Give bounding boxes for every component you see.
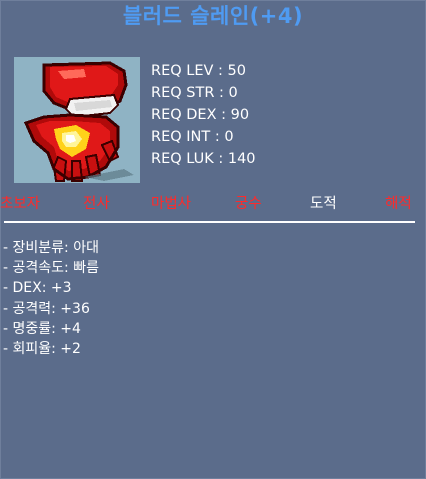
req-str: REQ STR : 0	[151, 85, 238, 101]
req-luk: REQ LUK : 140	[151, 151, 256, 167]
item-tooltip: 블러드 슬레인(+4) REQ LEV: 50 REQ STR: 0 REQ…	[0, 0, 426, 479]
stat-attack-speed: - 공격속도: 빠름	[3, 260, 99, 277]
item-stats: - 장비분류: 아대 - 공격속도: 빠름 - DEX: +3 - 공격력: +…	[3, 238, 99, 359]
stat-attack: - 공격력: +36	[3, 300, 90, 317]
req-int: REQ INT : 0	[151, 129, 234, 145]
job-beginner: 초보자	[0, 196, 41, 212]
stat-accuracy: - 명중률: +4	[3, 320, 81, 337]
job-pirate: 해적	[385, 196, 412, 212]
req-level: REQ LEV : 50	[151, 63, 246, 79]
red-glove-icon	[14, 57, 140, 183]
job-warrior: 전사	[83, 196, 110, 212]
item-title: 블러드 슬레인(+4)	[122, 4, 304, 28]
req-dex: REQ DEX : 90	[151, 107, 250, 123]
divider	[4, 221, 415, 223]
job-magician: 마법사	[151, 196, 192, 212]
requirements-list: REQ LEV : 50 REQ STR : 0 REQ DEX : 90 RE…	[151, 60, 256, 170]
item-icon-frame	[14, 57, 140, 183]
stat-equip-type: - 장비분류: 아대	[3, 240, 99, 256]
stat-avoidability: - 회피율: +2	[3, 340, 81, 357]
job-requirements: 초보자 전사 마법사 궁수 도적 해적	[0, 193, 426, 217]
stat-dex: - DEX: +3	[3, 280, 72, 297]
job-thief: 도적	[310, 196, 337, 212]
job-bowman: 궁수	[235, 196, 262, 212]
